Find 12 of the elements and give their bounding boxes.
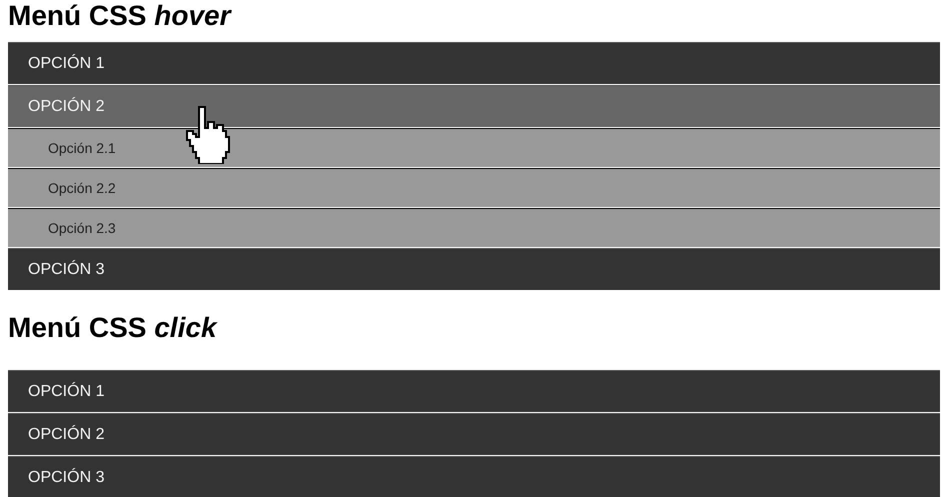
menu-item[interactable]: OPCIÓN 2 xyxy=(8,413,940,455)
pointer-cursor-icon xyxy=(184,104,232,164)
menu-item[interactable]: OPCIÓN 2 xyxy=(8,85,940,127)
menu-item[interactable]: OPCIÓN 3 xyxy=(8,456,940,497)
section-heading: Menú CSS click xyxy=(7,312,218,344)
section-heading: Menú CSS hover xyxy=(7,0,233,32)
submenu-item[interactable]: Opción 2.3 xyxy=(8,208,940,247)
submenu-item[interactable]: Opción 2.1 xyxy=(8,128,940,167)
submenu-item[interactable]: Opción 2.2 xyxy=(8,168,940,207)
menu-item[interactable]: OPCIÓN 1 xyxy=(8,42,940,84)
menu-item[interactable]: OPCIÓN 1 xyxy=(8,370,940,412)
menu-item[interactable]: OPCIÓN 3 xyxy=(8,248,940,290)
